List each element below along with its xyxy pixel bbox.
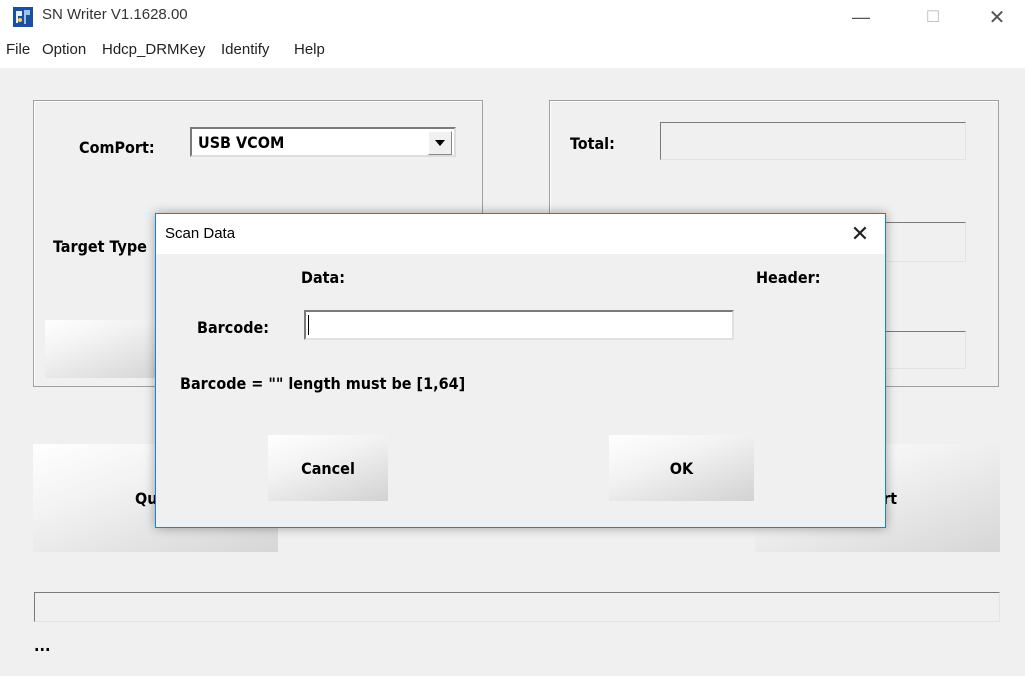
window-title: SN Writer V1.1628.00 [42,6,188,23]
ok-button-label: OK [669,458,694,478]
menu-bar: File Option Hdcp_DRMKey Identify Help [0,34,1025,68]
barcode-length-message: Barcode = "" length must be [1,64] [180,374,466,393]
comport-label: ComPort: [79,138,155,157]
left-panel-button[interactable] [45,320,157,378]
counter-field-3 [884,331,966,369]
header-label: Header: [756,268,821,287]
menu-file[interactable]: File [6,41,30,58]
dialog-title-bar: Scan Data ✕ [156,214,885,254]
title-bar: SN Writer V1.1628.00 — ☐ ✕ [0,0,1025,34]
comport-value: USB VCOM [198,133,285,152]
cancel-button-label: Cancel [301,458,355,478]
app-icon [13,7,33,27]
menu-identify[interactable]: Identify [221,41,269,58]
minimize-button[interactable]: — [838,0,884,34]
comport-select[interactable]: USB VCOM [190,127,456,157]
total-field [660,122,966,160]
dialog-title: Scan Data [165,225,236,242]
barcode-input[interactable] [304,310,734,340]
menu-option[interactable]: Option [42,41,86,58]
menu-hdcp-drmkey[interactable]: Hdcp_DRMKey [102,41,205,58]
data-label: Data: [301,268,346,287]
maximize-button[interactable]: ☐ [910,0,956,34]
close-button[interactable]: ✕ [974,0,1020,34]
menu-help[interactable]: Help [294,41,325,58]
total-label: Total: [570,134,615,153]
cancel-button[interactable]: Cancel [268,435,388,501]
ok-button[interactable]: OK [609,435,754,501]
scan-data-dialog: Scan Data ✕ Data: Header: Barcode: Barco… [155,213,886,528]
status-text: ... [34,636,51,655]
dialog-close-button[interactable]: ✕ [837,214,883,254]
counter-field-2 [884,222,966,262]
progress-bar [34,592,1000,622]
text-caret [308,315,309,335]
barcode-label: Barcode: [197,318,270,337]
dropdown-arrow-button[interactable] [428,131,452,155]
target-type-label: Target Type [53,237,147,256]
chevron-down-icon [435,140,445,146]
